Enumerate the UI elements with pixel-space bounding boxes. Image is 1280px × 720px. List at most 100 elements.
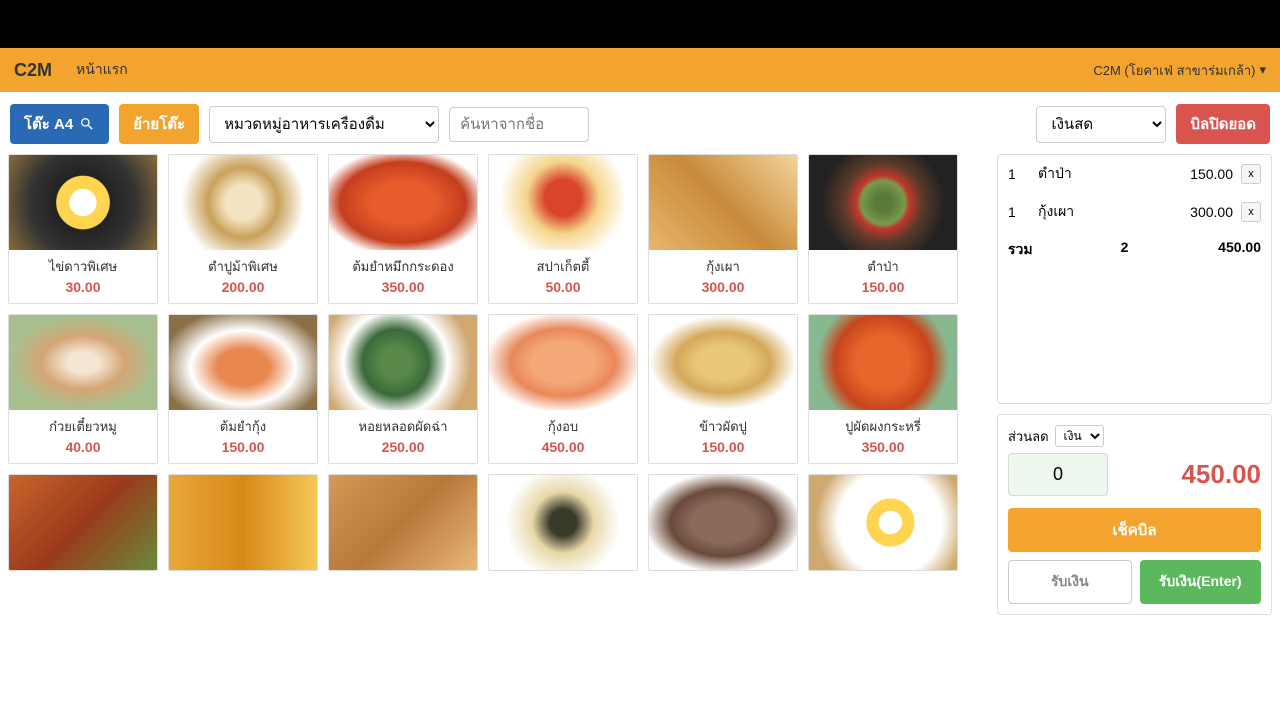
menu-name: สปาเก็ตตี้: [493, 256, 633, 277]
nav-home[interactable]: หน้าแรก: [76, 59, 128, 81]
menu-item[interactable]: สปาเก็ตตี้ 50.00: [488, 154, 638, 304]
category-select[interactable]: หมวดหมู่อาหารเครื่องดื่ม: [209, 106, 439, 143]
menu-name: ตำป่า: [813, 256, 953, 277]
menu-item[interactable]: [8, 474, 158, 571]
remove-item-button[interactable]: x: [1241, 164, 1261, 184]
menu-item[interactable]: ไข่ดาวพิเศษ 30.00: [8, 154, 158, 304]
order-qty: 1: [1008, 204, 1038, 220]
move-table-button[interactable]: ย้ายโต๊ะ: [119, 104, 199, 144]
food-image: [329, 315, 477, 410]
menu-price: 50.00: [493, 279, 633, 295]
menu-price: 350.00: [813, 439, 953, 455]
discount-type-select[interactable]: เงิน: [1055, 425, 1104, 447]
menu-name: ก๋วยเตี๋ยวหมู: [13, 416, 153, 437]
menu-item[interactable]: [168, 474, 318, 571]
menu-price: 350.00: [333, 279, 473, 295]
caret-down-icon: ▾: [1259, 62, 1266, 78]
menu-item[interactable]: ต้มยำหมึกกระดอง 350.00: [328, 154, 478, 304]
receive-money-enter-button[interactable]: รับเงิน(Enter): [1140, 560, 1262, 604]
menu-name: กุ้งอบ: [493, 416, 633, 437]
food-image: [9, 315, 157, 410]
check-bill-button[interactable]: เช็คบิล: [1008, 508, 1261, 552]
top-black-bar: [0, 0, 1280, 48]
menu-price: 40.00: [13, 439, 153, 455]
food-image: [489, 475, 637, 570]
menu-price: 150.00: [173, 439, 313, 455]
menu-name: หอยหลอดผัดฉ่า: [333, 416, 473, 437]
menu-item[interactable]: ปูผัดผงกระหรี่ 350.00: [808, 314, 958, 464]
checkout-panel: ส่วนลด เงิน 450.00 เช็คบิล รับเงิน รับเง…: [997, 414, 1272, 615]
food-image: [489, 155, 637, 250]
branch-selector[interactable]: C2M (โยคาเฟ่ สาขาร่มเกล้า) ▾: [1093, 60, 1266, 81]
order-name: กุ้งเผา: [1038, 201, 1163, 223]
menu-price: 450.00: [493, 439, 633, 455]
menu-price: 30.00: [13, 279, 153, 295]
search-input[interactable]: [449, 107, 589, 142]
menu-price: 250.00: [333, 439, 473, 455]
food-image: [809, 475, 957, 570]
order-price: 150.00: [1163, 166, 1233, 182]
food-image: [9, 475, 157, 570]
food-image: [649, 315, 797, 410]
food-image: [489, 315, 637, 410]
total-label: รวม: [1008, 239, 1068, 261]
payment-method-select[interactable]: เงินสด: [1036, 106, 1166, 143]
food-image: [809, 315, 957, 410]
menu-price: 300.00: [653, 279, 793, 295]
food-image: [649, 475, 797, 570]
food-image: [809, 155, 957, 250]
menu-grid[interactable]: ไข่ดาวพิเศษ 30.00 ตำปูม้าพิเศษ 200.00 ต้มยำห…: [8, 154, 987, 714]
food-image: [329, 475, 477, 570]
order-total-row: รวม 2 450.00: [998, 231, 1271, 269]
menu-item[interactable]: กุ้งอบ 450.00: [488, 314, 638, 464]
food-image: [169, 155, 317, 250]
menu-price: 200.00: [173, 279, 313, 295]
menu-item[interactable]: [648, 474, 798, 571]
food-image: [329, 155, 477, 250]
food-image: [9, 155, 157, 250]
food-image: [649, 155, 797, 250]
app-header: C2M หน้าแรก C2M (โยคาเฟ่ สาขาร่มเกล้า) ▾: [0, 48, 1280, 92]
menu-price: 150.00: [653, 439, 793, 455]
menu-name: ไข่ดาวพิเศษ: [13, 256, 153, 277]
menu-name: ปูผัดผงกระหรี่: [813, 416, 953, 437]
menu-item[interactable]: หอยหลอดผัดฉ่า 250.00: [328, 314, 478, 464]
menu-item[interactable]: [808, 474, 958, 571]
order-list: 1ตำป่า150.00x1กุ้งเผา300.00x รวม 2 450.0…: [997, 154, 1272, 404]
menu-price: 150.00: [813, 279, 953, 295]
menu-item[interactable]: [488, 474, 638, 571]
menu-item[interactable]: ก๋วยเตี๋ยวหมู 40.00: [8, 314, 158, 464]
menu-name: ข้าวผัดปู: [653, 416, 793, 437]
menu-item[interactable]: [328, 474, 478, 571]
order-row: 1ตำป่า150.00 x: [998, 155, 1271, 193]
table-button[interactable]: โต๊ะ A4: [10, 104, 109, 144]
discount-input[interactable]: [1008, 453, 1108, 496]
food-image: [169, 315, 317, 410]
order-qty: 1: [1008, 166, 1038, 182]
total-amount: 450.00: [1181, 239, 1261, 261]
search-icon: [79, 116, 95, 132]
table-button-label: โต๊ะ A4: [24, 112, 73, 136]
menu-item[interactable]: ต้มยำกุ้ง 150.00: [168, 314, 318, 464]
order-row: 1กุ้งเผา300.00 x: [998, 193, 1271, 231]
menu-item[interactable]: ตำป่า 150.00: [808, 154, 958, 304]
remove-item-button[interactable]: x: [1241, 202, 1261, 222]
menu-name: ต้มยำหมึกกระดอง: [333, 256, 473, 277]
grand-total: 450.00: [1181, 459, 1261, 490]
order-panel: 1ตำป่า150.00x1กุ้งเผา300.00x รวม 2 450.0…: [997, 154, 1272, 714]
discount-label: ส่วนลด: [1008, 426, 1049, 447]
toolbar: โต๊ะ A4 ย้ายโต๊ะ หมวดหมู่อาหารเครื่องดื่…: [0, 92, 1280, 154]
menu-item[interactable]: ตำปูม้าพิเศษ 200.00: [168, 154, 318, 304]
total-qty: 2: [1068, 239, 1181, 261]
branch-label: C2M (โยคาเฟ่ สาขาร่มเกล้า): [1093, 60, 1255, 81]
order-name: ตำป่า: [1038, 163, 1163, 185]
menu-item[interactable]: กุ้งเผา 300.00: [648, 154, 798, 304]
menu-item[interactable]: ข้าวผัดปู 150.00: [648, 314, 798, 464]
close-bill-button[interactable]: บิลปิดยอด: [1176, 104, 1270, 144]
receive-money-button[interactable]: รับเงิน: [1008, 560, 1132, 604]
menu-name: ตำปูม้าพิเศษ: [173, 256, 313, 277]
order-price: 300.00: [1163, 204, 1233, 220]
menu-name: ต้มยำกุ้ง: [173, 416, 313, 437]
food-image: [169, 475, 317, 570]
menu-name: กุ้งเผา: [653, 256, 793, 277]
